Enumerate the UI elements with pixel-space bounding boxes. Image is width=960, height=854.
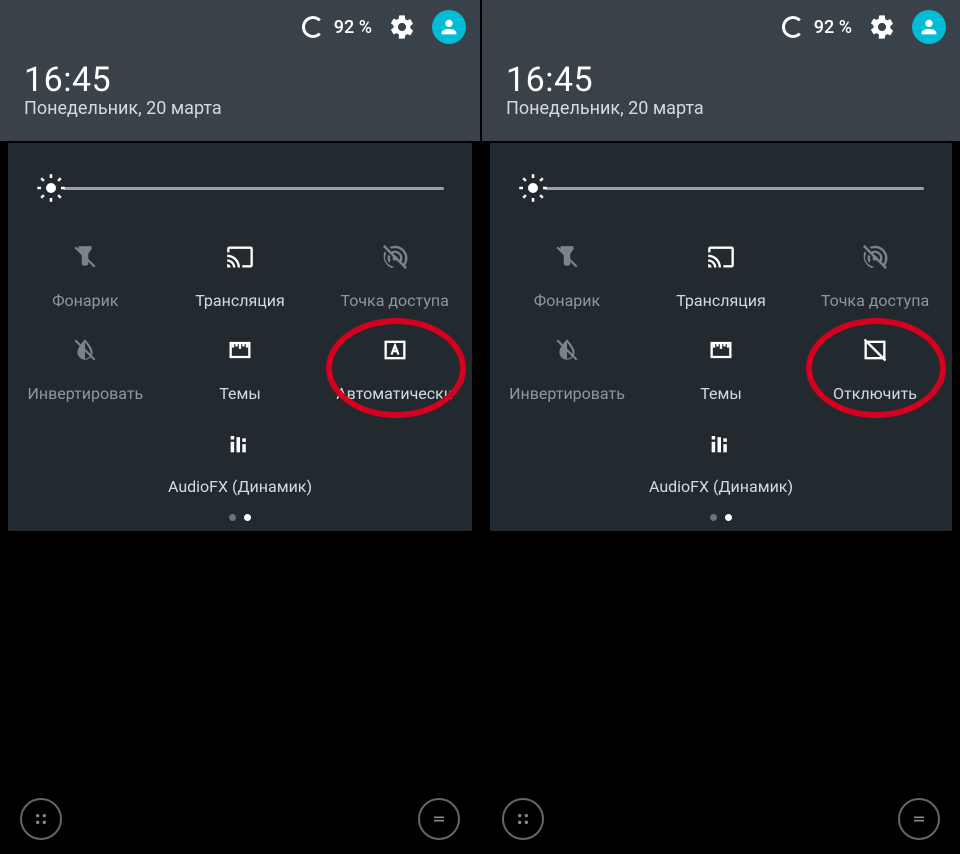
data-usage-icon (302, 16, 324, 38)
app-gallery[interactable] (110, 620, 198, 708)
brightness-icon (36, 173, 66, 203)
themes-icon (224, 334, 256, 366)
page-indicator (8, 500, 472, 527)
clock-header: 16:45 Понедельник, 20 марта (482, 54, 960, 141)
brightness-icon (518, 173, 548, 203)
screen-right: 92 % 16:45 Понедельник, 20 марта (480, 0, 960, 854)
tile-audiofx[interactable]: AudioFX (Динамик) (165, 427, 315, 496)
themes-icon (705, 334, 737, 366)
brightness-track[interactable] (63, 187, 444, 190)
app-music[interactable] (772, 614, 860, 702)
app-browser[interactable] (200, 674, 288, 762)
tile-label: Точка доступа (340, 291, 448, 310)
menu-button[interactable] (418, 798, 460, 840)
clock-time: 16:45 (506, 60, 936, 100)
invert-icon (69, 334, 101, 366)
tile-label: Фонарик (52, 291, 118, 310)
tile-label: Темы (700, 384, 742, 403)
tile-cast[interactable]: Трансляция (646, 241, 796, 310)
highlight-circle (806, 318, 946, 418)
tile-hotspot[interactable]: Точка доступа (800, 241, 950, 310)
hotspot-icon (379, 241, 411, 273)
clock-date: Понедельник, 20 марта (506, 98, 936, 119)
quick-settings-panel: Фонарик Трансляция Точка доступа (490, 143, 952, 531)
invert-icon (551, 334, 583, 366)
tile-label: Трансляция (676, 291, 766, 310)
data-usage-icon (782, 16, 804, 38)
apps-button[interactable] (20, 798, 62, 840)
settings-icon[interactable] (868, 13, 896, 41)
cast-icon (224, 241, 256, 273)
equalizer-icon (705, 427, 737, 459)
tile-label: Фонарик (534, 291, 600, 310)
status-battery: 92 % (782, 16, 852, 38)
tile-flashlight[interactable]: Фонарик (492, 241, 642, 310)
brightness-slider[interactable] (490, 143, 952, 217)
clock-time: 16:45 (24, 60, 456, 100)
tile-grid: Фонарик Трансляция Точка доступа (8, 217, 472, 500)
tile-label: Автоматически (336, 384, 453, 403)
app-gallery[interactable] (592, 620, 680, 708)
hotspot-icon (859, 241, 891, 273)
highlight-circle (326, 318, 466, 418)
battery-percentage: 92 % (814, 17, 852, 38)
status-battery: 92 % (302, 16, 372, 38)
settings-icon[interactable] (388, 13, 416, 41)
tile-label: Инвертировать (27, 384, 143, 403)
flashlight-icon (69, 241, 101, 273)
tile-label: Трансляция (195, 291, 285, 310)
tile-label: Отключить (833, 384, 917, 403)
brightness-track[interactable] (545, 187, 924, 190)
tile-themes[interactable]: Темы (646, 334, 796, 403)
status-bar: 92 % (0, 0, 480, 54)
quick-settings-panel: Фонарик Трансляция Точка доступа (8, 143, 472, 531)
apps-button[interactable] (502, 798, 544, 840)
page-dot[interactable] (710, 514, 717, 521)
clock-header: 16:45 Понедельник, 20 марта (0, 54, 480, 141)
page-dot-active[interactable] (725, 514, 732, 521)
screen-left: 92 % 16:45 Понедельник, 20 марта (0, 0, 480, 854)
page-indicator (490, 500, 952, 527)
tile-label: Точка доступа (821, 291, 929, 310)
tile-themes[interactable]: Темы (165, 334, 315, 403)
tile-keyboard-auto[interactable]: Автоматически (320, 334, 470, 403)
tile-label: AudioFX (Динамик) (649, 477, 793, 496)
tile-invert[interactable]: Инвертировать (492, 334, 642, 403)
status-bar: 92 % (482, 0, 960, 54)
flashlight-icon (551, 241, 583, 273)
cast-icon (705, 241, 737, 273)
menu-button[interactable] (898, 798, 940, 840)
app-browser[interactable] (682, 674, 770, 762)
brightness-slider[interactable] (8, 143, 472, 217)
keyboard-off-icon (859, 334, 891, 366)
keyboard-auto-icon (379, 334, 411, 366)
app-music[interactable] (290, 614, 378, 702)
tile-invert[interactable]: Инвертировать (10, 334, 160, 403)
clock-date: Понедельник, 20 марта (24, 98, 456, 119)
page-dot-active[interactable] (244, 514, 251, 521)
tile-label: Темы (219, 384, 261, 403)
tile-label: AudioFX (Динамик) (168, 477, 312, 496)
tile-audiofx[interactable]: AudioFX (Динамик) (646, 427, 796, 496)
page-dot[interactable] (229, 514, 236, 521)
tile-flashlight[interactable]: Фонарик (10, 241, 160, 310)
avatar[interactable] (432, 10, 466, 44)
tile-label: Инвертировать (509, 384, 625, 403)
tile-cast[interactable]: Трансляция (165, 241, 315, 310)
equalizer-icon (224, 427, 256, 459)
tile-keyboard-off[interactable]: Отключить (800, 334, 950, 403)
tile-grid: Фонарик Трансляция Точка доступа (490, 217, 952, 500)
tile-hotspot[interactable]: Точка доступа (320, 241, 470, 310)
battery-percentage: 92 % (334, 17, 372, 38)
avatar[interactable] (912, 10, 946, 44)
